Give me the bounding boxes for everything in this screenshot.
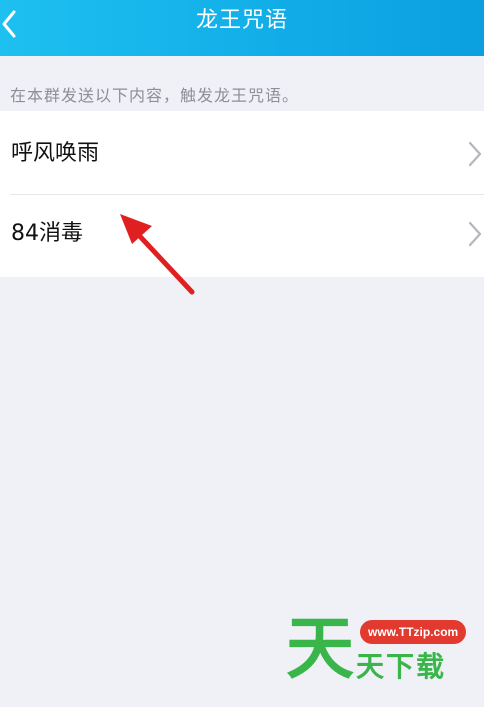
chevron-right-icon (468, 141, 482, 167)
chevron-right-icon (468, 221, 482, 247)
spell-list: 呼风唤雨 84消毒 (0, 111, 484, 277)
list-item-label: 84消毒 (11, 221, 83, 246)
instruction-text: 在本群发送以下内容，触发龙王咒语。 (10, 86, 300, 105)
nav-bar: 龙王咒语 (0, 0, 484, 56)
watermark-big-char: 天 (286, 610, 355, 689)
watermark-text: 天下载 (356, 650, 447, 683)
watermark-url-badge: www.TTzip.com (360, 620, 467, 644)
list-item-label: 呼风唤雨 (11, 141, 100, 166)
page-title: 龙王咒语 (195, 8, 288, 33)
list-item-84-disinfect[interactable]: 84消毒 (0, 195, 484, 278)
list-item-hufenghuanyu[interactable]: 呼风唤雨 (0, 111, 484, 194)
red-arrow-icon (120, 214, 195, 295)
watermark-logo: 天 www.TTzip.com 天下载 (286, 610, 476, 700)
